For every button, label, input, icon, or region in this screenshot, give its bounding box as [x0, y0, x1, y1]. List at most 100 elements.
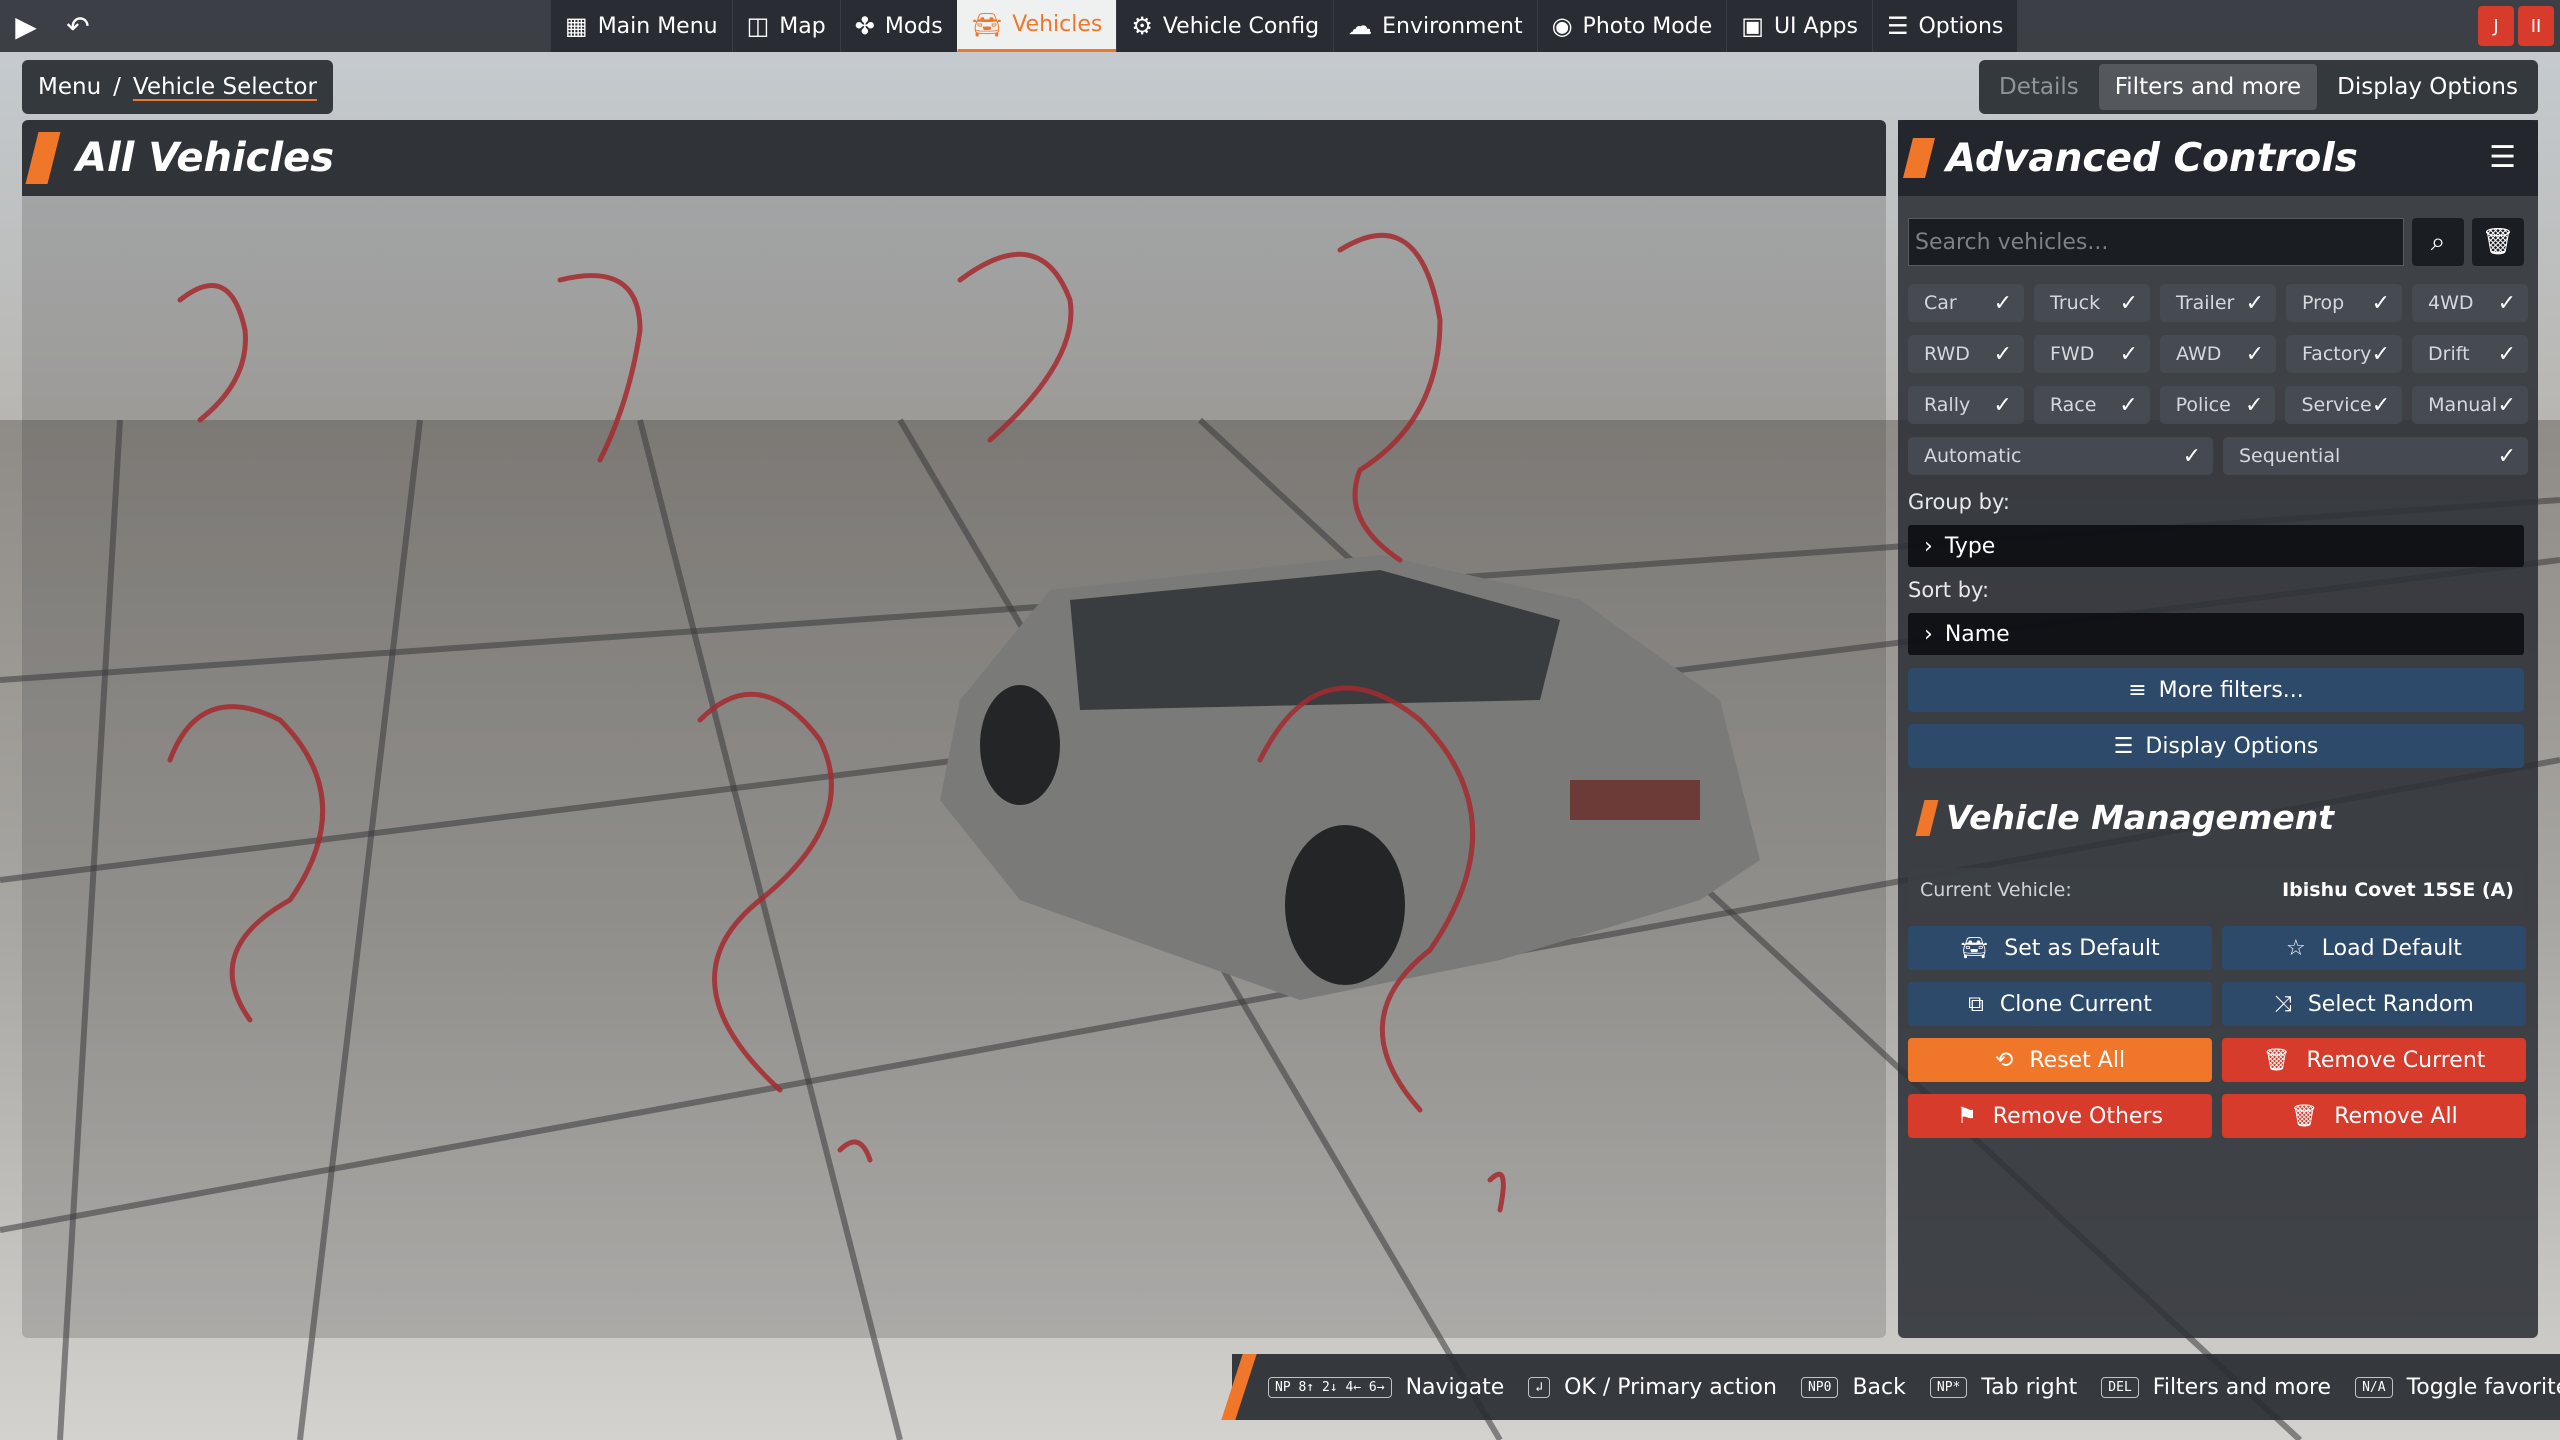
hint-navigate[interactable]: Navigate — [1406, 1375, 1505, 1400]
broom-icon: ⚑ — [1957, 1103, 1977, 1129]
reset-all-button[interactable]: ⟲ Reset All — [1908, 1038, 2212, 1082]
remove-current-button[interactable]: 🗑︎ Remove Current — [2222, 1038, 2526, 1082]
engine-icon: ⚙ — [1131, 12, 1153, 40]
key-favorite: N/A — [2355, 1376, 2393, 1398]
filter-chip-rally[interactable]: Rally ✓ — [1908, 386, 2024, 424]
filter-chip-fwd[interactable]: FWD ✓ — [2034, 335, 2150, 373]
breadcrumb-separator: / — [113, 74, 121, 100]
trash-icon: 🗑︎ — [2262, 1047, 2291, 1073]
star-icon: ☆ — [2286, 935, 2306, 961]
filter-chip-factory[interactable]: Factory ✓ — [2286, 335, 2402, 373]
filter-chip-service[interactable]: Service ✓ — [2285, 386, 2403, 424]
filter-chip-row: Rally ✓ Race ✓ Police ✓ Service ✓ Manual ✓ — [1908, 386, 2528, 424]
car-icon: 🚘︎ — [1960, 935, 1989, 961]
reset-car-icon: ⟲ — [1994, 1047, 2014, 1073]
current-vehicle-label: Current Vehicle: — [1920, 879, 2072, 901]
check-icon: ✓ — [2371, 290, 2390, 316]
tab-details[interactable]: Details — [1983, 64, 2095, 110]
chevron-right-icon: › — [1924, 533, 1933, 559]
accent-stripe — [25, 132, 61, 184]
hint-back[interactable]: Back — [1852, 1375, 1905, 1400]
filter-chip-rwd[interactable]: RWD ✓ — [1908, 335, 2024, 373]
current-vehicle-row: Current Vehicle: Ibishu Covet 15SE (A) — [1908, 868, 2524, 912]
filter-chip-manual[interactable]: Manual ✓ — [2412, 386, 2528, 424]
nav-ui-apps[interactable]: ▣ UI Apps — [1726, 0, 1872, 52]
nav-options[interactable]: ☰ Options — [1871, 0, 2018, 52]
nav-photo-mode[interactable]: ◉ Photo Mode — [1536, 0, 1727, 52]
vehicle-list-area[interactable] — [22, 196, 1886, 1338]
hint-tab-right[interactable]: Tab right — [1981, 1375, 2077, 1400]
check-icon: ✓ — [2119, 341, 2138, 367]
tab-filters-and-more[interactable]: Filters and more — [2098, 64, 2318, 110]
key-ok: ↲ — [1528, 1376, 1551, 1398]
current-vehicle-value: Ibishu Covet 15SE (A) — [2282, 879, 2514, 901]
accent-stripe — [1915, 800, 1939, 836]
trash-icon[interactable]: 🗑︎ — [2472, 218, 2524, 266]
filter-chip-race[interactable]: Race ✓ — [2033, 386, 2150, 424]
filter-chip-truck[interactable]: Truck ✓ — [2034, 284, 2150, 322]
load-default-button[interactable]: ☆ Load Default — [2222, 926, 2526, 970]
play-icon[interactable]: ▶ — [0, 0, 52, 52]
nav-vehicle-config[interactable]: ⚙ Vehicle Config — [1116, 0, 1334, 52]
grid-icon: ▦ — [565, 12, 588, 40]
user-badge[interactable]: J — [2478, 6, 2514, 46]
car-icon: 🚘︎ — [971, 10, 1003, 39]
controls-hint-bar: NP 8↑ 2↓ 4← 6→ Navigate ↲ OK / Primary a… — [1221, 1354, 2560, 1420]
breadcrumb-current[interactable]: Vehicle Selector — [133, 74, 317, 100]
filter-chip-automatic[interactable]: Automatic ✓ — [1908, 437, 2213, 475]
filter-chip-sequential[interactable]: Sequential ✓ — [2223, 437, 2528, 475]
group-by-select[interactable]: › Type — [1908, 525, 2524, 567]
clone-current-button[interactable]: ⧉ Clone Current — [1908, 982, 2212, 1026]
nav-environment[interactable]: ☁ Environment — [1333, 0, 1537, 52]
search-row: ⌕ 🗑︎ — [1908, 218, 2528, 266]
nav-vehicles[interactable]: 🚘︎ Vehicles — [956, 0, 1117, 52]
search-input[interactable] — [1908, 218, 2404, 266]
display-options-button[interactable]: ☰ Display Options — [1908, 724, 2524, 768]
remove-all-button[interactable]: 🗑︎ Remove All — [2222, 1094, 2526, 1138]
key-filters: DEL — [2101, 1376, 2139, 1398]
filter-chip-row: Automatic ✓ Sequential ✓ — [1908, 437, 2528, 475]
check-icon: ✓ — [1993, 290, 2012, 316]
key-navigate: NP 8↑ 2↓ 4← 6→ — [1268, 1376, 1392, 1398]
check-icon: ✓ — [2119, 392, 2138, 418]
sliders-icon[interactable]: ☰ — [2489, 140, 2516, 175]
vehicle-management-title: Vehicle Management — [1946, 798, 2334, 837]
check-icon: ✓ — [2245, 392, 2264, 418]
panel-title: All Vehicles — [76, 135, 335, 181]
more-filters-button[interactable]: ≡ More filters... — [1908, 668, 2524, 712]
check-icon: ✓ — [1993, 341, 2012, 367]
set-as-default-button[interactable]: 🚘︎ Set as Default — [1908, 926, 2212, 970]
trash-icon: 🗑︎ — [2290, 1103, 2319, 1129]
key-tab-right: NP* — [1929, 1376, 1968, 1398]
check-icon: ✓ — [2497, 341, 2516, 367]
sort-by-select[interactable]: › Name — [1908, 613, 2524, 655]
hint-ok[interactable]: OK / Primary action — [1564, 1375, 1777, 1400]
pause-button[interactable]: II — [2518, 6, 2554, 46]
view-tabs: Details Filters and more Display Options — [1978, 60, 2538, 114]
filter-chip-drift[interactable]: Drift ✓ — [2412, 335, 2528, 373]
remove-others-button[interactable]: ⚑ Remove Others — [1908, 1094, 2212, 1138]
filter-chip-4wd[interactable]: 4WD ✓ — [2412, 284, 2528, 322]
nav-map[interactable]: ◫ Map — [731, 0, 840, 52]
hint-filters[interactable]: Filters and more — [2153, 1375, 2331, 1400]
filter-chip-police[interactable]: Police ✓ — [2159, 386, 2276, 424]
copy-icon: ⧉ — [1968, 991, 1984, 1017]
breadcrumb-root[interactable]: Menu — [38, 74, 101, 100]
nav-mods[interactable]: ✤ Mods — [839, 0, 957, 52]
advanced-controls-panel: Advanced Controls ☰ ⌕ 🗑︎ Car✓ Truck✓ Tra… — [1898, 120, 2538, 1338]
filter-chip-trailer[interactable]: Trailer ✓ — [2160, 284, 2276, 322]
filter-chip-row: Car ✓ Truck ✓ Trailer ✓ Prop ✓ 4WD ✓ — [1908, 284, 2528, 322]
tab-display-options[interactable]: Display Options — [2321, 64, 2534, 110]
filter-chip-car[interactable]: Car ✓ — [1908, 284, 2024, 322]
filter-chip-prop[interactable]: Prop ✓ — [2286, 284, 2402, 322]
nav-main-menu[interactable]: ▦ Main Menu — [550, 0, 732, 52]
hint-favorite[interactable]: Toggle favorite — [2407, 1375, 2560, 1400]
search-icon[interactable]: ⌕ — [2412, 218, 2464, 266]
sort-by-label: Sort by: — [1908, 578, 1990, 602]
filter-icon: ≡ — [2128, 677, 2147, 703]
check-icon: ✓ — [2245, 290, 2264, 316]
top-menu-bar: ▶ ↶ ▦ Main Menu ◫ Map ✤ Mods 🚘︎ Vehicles ⚙ Ve… — [0, 0, 2560, 52]
filter-chip-awd[interactable]: AWD ✓ — [2160, 335, 2276, 373]
undo-icon[interactable]: ↶ — [52, 0, 104, 52]
select-random-button[interactable]: ⤨ Select Random — [2222, 982, 2526, 1026]
